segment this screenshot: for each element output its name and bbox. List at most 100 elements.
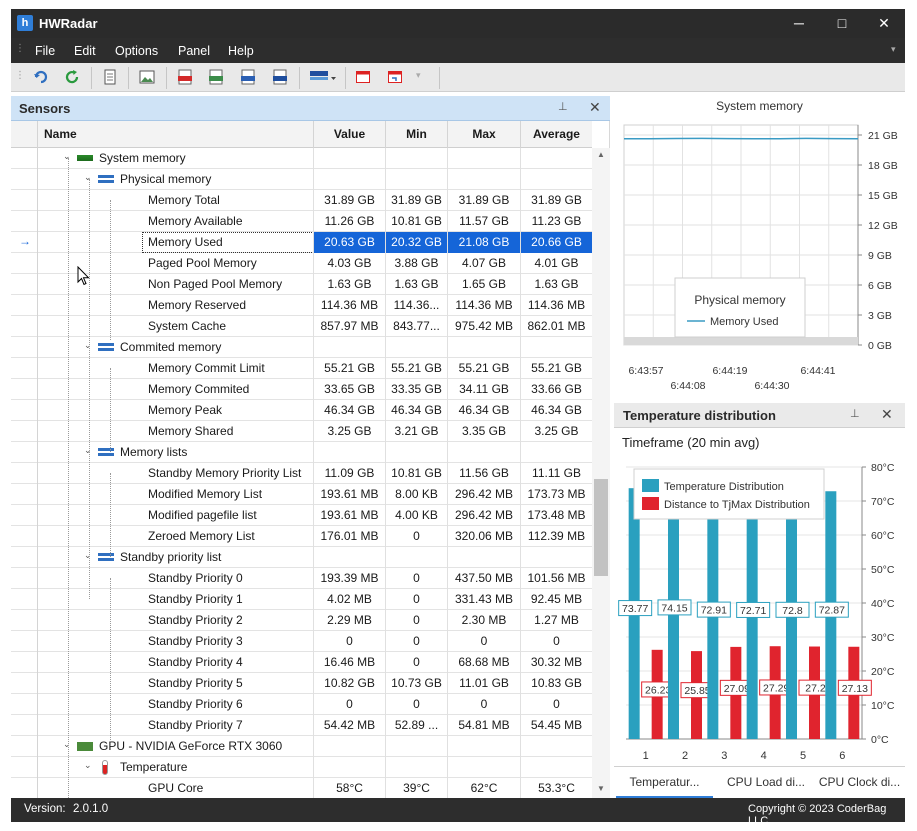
sensor-row[interactable]: Memory Available 11.26 GB 10.81 GB 11.57 GB… bbox=[11, 211, 592, 232]
column-header-name[interactable]: Name bbox=[37, 121, 313, 148]
sensor-row[interactable]: Standby Priority 60000 bbox=[11, 694, 592, 715]
menu-overflow-icon[interactable]: ▾ bbox=[891, 44, 896, 55]
sensor-avg-cell: 53.3°C bbox=[520, 778, 592, 798]
sensor-row[interactable]: Zeroed Memory List 176.01 MB 0 320.06 MB 112… bbox=[11, 526, 592, 547]
restore-window-icon[interactable] bbox=[387, 69, 403, 85]
sensor-row[interactable]: Standby Priority 0 193.39 MB 0 437.50 MB 101… bbox=[11, 568, 592, 589]
sensor-min-cell: 10.73 GB bbox=[385, 673, 447, 694]
pdf-icon[interactable] bbox=[177, 69, 193, 85]
menu-edit[interactable]: Edit bbox=[74, 44, 96, 58]
sensor-row[interactable]: Memory Commit Limit 55.21 GB 55.21 GB 55.21… bbox=[11, 358, 592, 379]
sensor-row[interactable]: Memory Commited 33.65 GB 33.35 GB 34.11 GB 3… bbox=[11, 379, 592, 400]
x-tick-label: 6:44:41 bbox=[800, 365, 835, 377]
sensor-group-row[interactable]: ⌄ Commited memory bbox=[11, 337, 592, 358]
collapse-chevron-icon[interactable]: ⌄ bbox=[84, 760, 92, 771]
sensor-group-row[interactable]: ⌄ Memory lists bbox=[11, 442, 592, 463]
scroll-up-icon[interactable]: ▲ bbox=[597, 150, 605, 159]
column-header-value[interactable]: Value bbox=[313, 121, 385, 148]
tab-cpu-clock[interactable]: CPU Clock di... bbox=[814, 767, 905, 798]
image-icon[interactable] bbox=[139, 69, 155, 85]
close-panel-icon[interactable]: ✕ bbox=[881, 406, 893, 423]
rtf-icon[interactable] bbox=[240, 69, 256, 85]
menu-options[interactable]: Options bbox=[115, 44, 158, 58]
collapse-chevron-icon[interactable]: ⌄ bbox=[84, 550, 92, 561]
tab-cpu-load[interactable]: CPU Load di... bbox=[718, 767, 814, 798]
sensor-avg-cell bbox=[520, 148, 592, 169]
sensor-max-cell: 31.89 GB bbox=[447, 190, 520, 211]
title-bar: h HWRadar ─ □ ✕ bbox=[11, 9, 905, 38]
sensor-max-cell: 21.08 GB bbox=[447, 232, 520, 253]
refresh-icon[interactable] bbox=[64, 69, 80, 85]
sensor-row[interactable]: Memory Peak 46.34 GB 46.34 GB 46.34 GB 46.34… bbox=[11, 400, 592, 421]
document-icon[interactable] bbox=[102, 69, 118, 85]
sensor-row[interactable]: Standby Priority 4 16.46 MB 0 68.68 MB 30.32… bbox=[11, 652, 592, 673]
x-tick-label: 2 bbox=[682, 750, 688, 762]
sensor-row[interactable]: Standby Priority 2 2.29 MB 0 2.30 MB 1.27 MB bbox=[11, 610, 592, 631]
sensor-value-cell: 193.39 MB bbox=[313, 568, 385, 589]
undo-icon[interactable] bbox=[33, 69, 49, 85]
sensor-row[interactable]: Memory Total 31.89 GB 31.89 GB 31.89 GB 31.8… bbox=[11, 190, 592, 211]
sensor-group-row[interactable]: ⌄ Physical memory bbox=[11, 169, 592, 190]
sensor-name: Paged Pool Memory bbox=[148, 256, 257, 270]
scroll-down-icon[interactable]: ▼ bbox=[597, 784, 605, 793]
sensor-row[interactable]: → Memory Used 20.63 GB 20.32 GB 21.08 GB 20.6… bbox=[11, 232, 592, 253]
vertical-scrollbar[interactable]: ▲ ▼ bbox=[592, 148, 610, 798]
pin-icon[interactable]: ⊥ bbox=[850, 407, 860, 420]
menu-file[interactable]: File bbox=[35, 44, 55, 58]
sensor-row[interactable]: Standby Priority 1 4.02 MB 0 331.43 MB 92.45… bbox=[11, 589, 592, 610]
column-header-max[interactable]: Max bbox=[447, 121, 520, 148]
system-memory-panel: System memory 0 GB 3 GB 6 GB 9 GB 12 GB 15 GB 1… bbox=[614, 96, 905, 396]
tree-guide-line bbox=[110, 200, 111, 340]
scrollbar-thumb[interactable] bbox=[594, 479, 608, 576]
toolbar-dropdown-icon[interactable]: ▾ bbox=[416, 70, 421, 81]
y-tick-label: 40°C bbox=[871, 598, 895, 610]
csv-icon[interactable] bbox=[208, 69, 224, 85]
minimize-button[interactable]: ─ bbox=[778, 9, 820, 38]
collapse-chevron-icon[interactable]: ⌄ bbox=[84, 340, 92, 351]
menu-help[interactable]: Help bbox=[228, 44, 254, 58]
window-icon[interactable] bbox=[355, 69, 371, 85]
sensor-row[interactable]: Standby Priority 7 54.42 MB 52.89 ... 54.81… bbox=[11, 715, 592, 736]
maximize-button[interactable]: □ bbox=[821, 9, 863, 38]
collapse-chevron-icon[interactable]: ⌄ bbox=[63, 739, 71, 750]
docx-icon[interactable] bbox=[272, 69, 288, 85]
close-panel-icon[interactable]: ✕ bbox=[589, 99, 601, 116]
collapse-chevron-icon[interactable]: ⌄ bbox=[84, 445, 92, 456]
legend-label: Memory Used bbox=[710, 316, 778, 328]
sensor-row[interactable]: Standby Priority 5 10.82 GB 10.73 GB 11.01 … bbox=[11, 673, 592, 694]
chart-title: System memory bbox=[716, 99, 803, 113]
sensor-max-cell: 46.34 GB bbox=[447, 400, 520, 421]
sensor-row[interactable]: Standby Priority 30000 bbox=[11, 631, 592, 652]
collapse-chevron-icon[interactable]: ⌄ bbox=[84, 172, 92, 183]
sensor-row[interactable]: Memory Shared 3.25 GB 3.21 GB 3.35 GB 3.25 G… bbox=[11, 421, 592, 442]
column-header-min[interactable]: Min bbox=[385, 121, 447, 148]
collapse-chevron-icon[interactable]: ⌄ bbox=[63, 151, 71, 162]
close-window-button[interactable]: ✕ bbox=[863, 9, 905, 38]
sensor-row[interactable]: System Cache 857.97 MB 843.77... 975.42 MB 8… bbox=[11, 316, 592, 337]
sensor-row[interactable]: GPU Core 58°C 39°C 62°C 53.3°C bbox=[11, 778, 592, 798]
sensor-row[interactable]: Memory Reserved 114.36 MB 114.36... 114.36 … bbox=[11, 295, 592, 316]
sensor-group-row[interactable]: ⌄ GPU - NVIDIA GeForce RTX 3060 bbox=[11, 736, 592, 757]
color-palette-icon[interactable] bbox=[309, 70, 337, 86]
system-memory-chart: System memory 0 GB 3 GB 6 GB 9 GB 12 GB 15 GB 1… bbox=[623, 99, 898, 392]
column-header-average[interactable]: Average bbox=[520, 121, 592, 148]
sensor-max-cell: 4.07 GB bbox=[447, 253, 520, 274]
pin-icon[interactable]: ⊥ bbox=[558, 100, 568, 113]
menu-panel[interactable]: Panel bbox=[178, 44, 210, 58]
sensor-group-row[interactable]: ⌄ System memory bbox=[11, 148, 592, 169]
sensor-row[interactable]: Standby Memory Priority List 11.09 GB 10.8… bbox=[11, 463, 592, 484]
sensor-row[interactable]: Non Paged Pool Memory 1.63 GB 1.63 GB 1.65 … bbox=[11, 274, 592, 295]
sensor-group-row[interactable]: ⌄ Temperature bbox=[11, 757, 592, 778]
sensor-row[interactable]: Modified Memory List 193.61 MB 8.00 KB 296.… bbox=[11, 484, 592, 505]
sensor-group-row[interactable]: ⌄ Standby priority list bbox=[11, 547, 592, 568]
tab-temperature[interactable]: Temperatur... bbox=[616, 767, 713, 798]
sensor-row[interactable]: Paged Pool Memory 4.03 GB 3.88 GB 4.07 GB 4.… bbox=[11, 253, 592, 274]
data-label: 74.15 bbox=[661, 602, 687, 614]
copyright-text: Copyright © 2023 CoderBag LLC bbox=[748, 803, 887, 827]
sensors-panel-header: Sensors ⊥ ✕ bbox=[11, 96, 610, 121]
sensor-name: Standby Priority 7 bbox=[148, 718, 243, 732]
sensor-name: Memory Reserved bbox=[148, 298, 247, 312]
category-icon bbox=[98, 343, 114, 352]
data-label: 27.09 bbox=[724, 683, 750, 695]
sensor-row[interactable]: Modified pagefile list 193.61 MB 4.00 KB 29… bbox=[11, 505, 592, 526]
